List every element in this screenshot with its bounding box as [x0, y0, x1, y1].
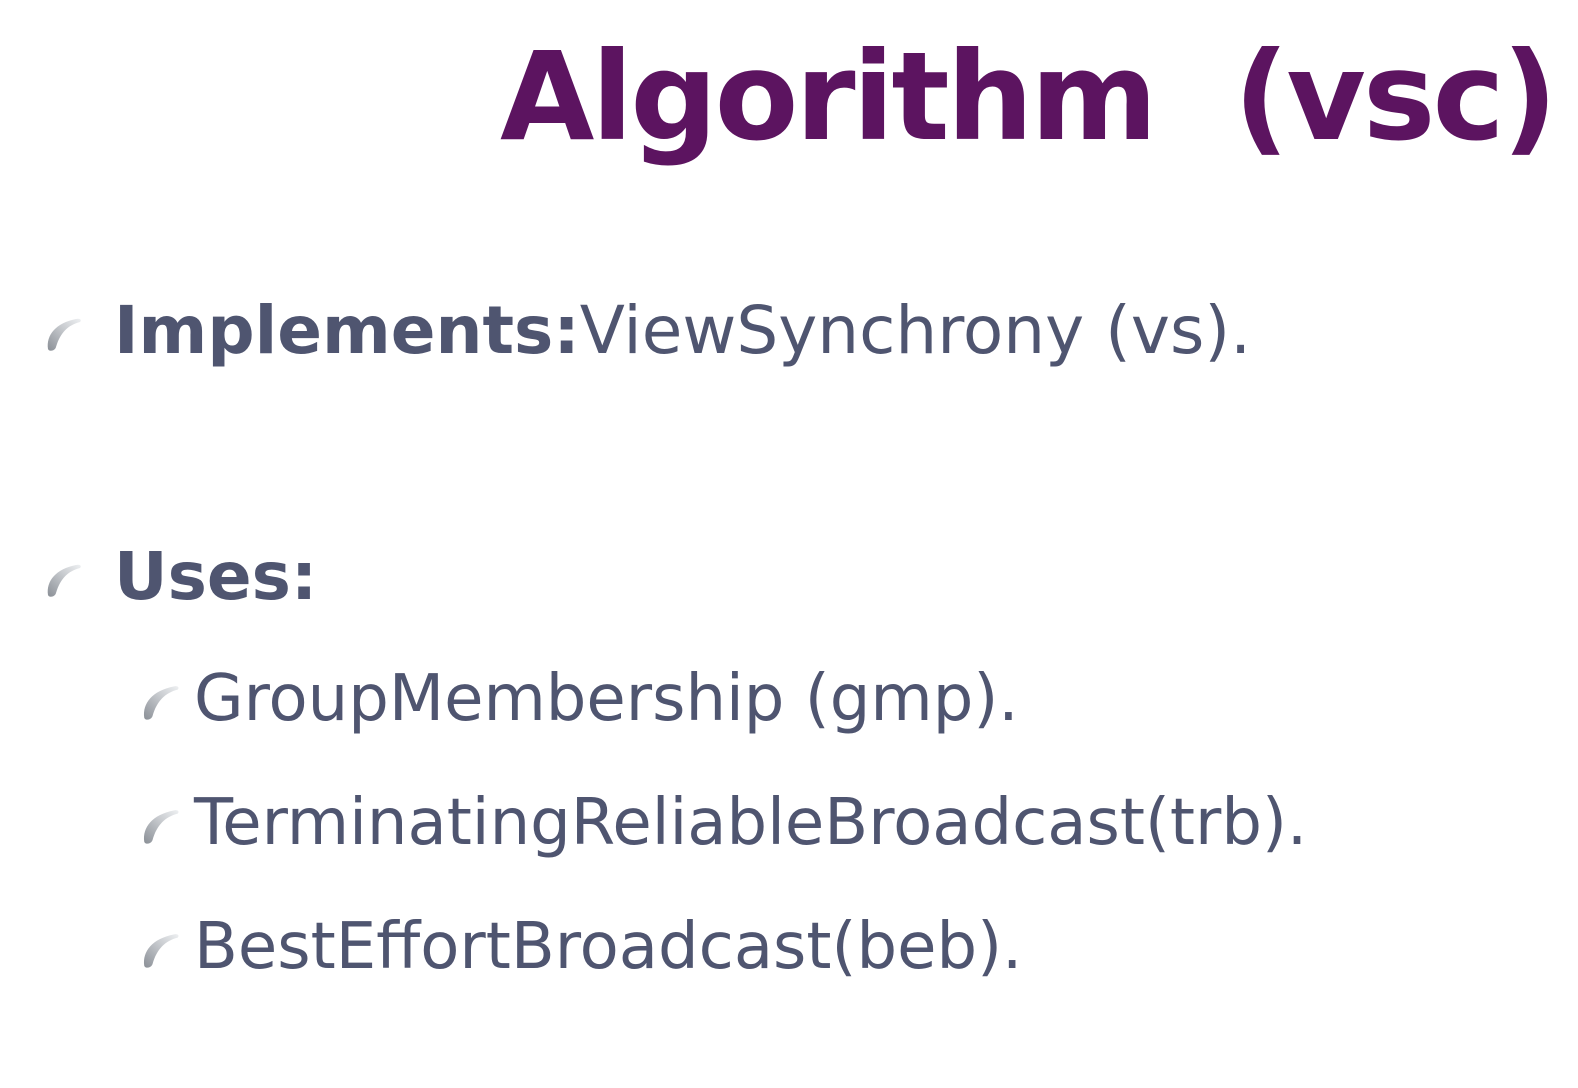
swoosh-bullet-icon [144, 810, 179, 844]
uses-item-text: TerminatingReliableBroadcast(trb). [194, 786, 1308, 860]
bullet-uses: Uses: [42, 532, 317, 622]
swoosh-bullet-icon [47, 564, 81, 597]
list-item: BestEffortBroadcast(beb). [138, 902, 1022, 992]
bullet-implements: Implements: ViewSynchrony (vs). [42, 286, 1251, 376]
list-item: GroupMembership (gmp). [138, 654, 1019, 744]
slide-title: Algorithm (vsc) [500, 26, 1558, 168]
swoosh-bullet-icon [144, 934, 179, 968]
swoosh-bullet-icon [47, 318, 81, 351]
uses-item-text: BestEffortBroadcast(beb). [194, 910, 1023, 984]
uses-item-text: GroupMembership (gmp). [194, 662, 1019, 736]
implements-label: Implements: [114, 292, 580, 369]
uses-label: Uses: [114, 538, 318, 615]
list-item: TerminatingReliableBroadcast(trb). [138, 778, 1307, 868]
swoosh-bullet-icon [144, 686, 179, 720]
implements-text: ViewSynchrony (vs). [579, 292, 1252, 369]
